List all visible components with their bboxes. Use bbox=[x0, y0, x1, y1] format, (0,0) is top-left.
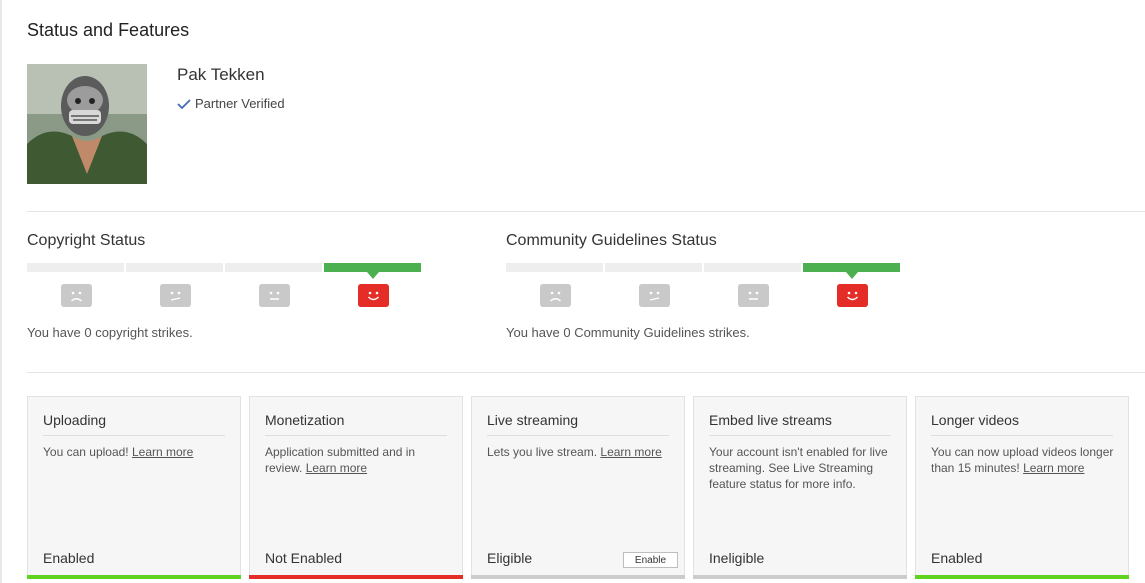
status-bar bbox=[693, 575, 907, 579]
partner-verified: Partner Verified bbox=[177, 96, 285, 111]
learn-more-link[interactable]: Learn more bbox=[306, 461, 367, 475]
card-divider bbox=[931, 435, 1113, 436]
feature-description: You can now upload videos longer than 15… bbox=[931, 445, 1114, 475]
feature-title: Longer videos bbox=[931, 412, 1019, 428]
strike-segment bbox=[704, 263, 801, 272]
community-strike-bar bbox=[506, 263, 900, 279]
feature-status: Not Enabled bbox=[265, 550, 343, 566]
learn-more-link[interactable]: Learn more bbox=[600, 445, 661, 459]
learn-more-link[interactable]: Learn more bbox=[132, 445, 193, 459]
community-strike-count: You have 0 Community Guidelines strikes. bbox=[506, 325, 750, 340]
feature-card-live-streaming: Live streaming Lets you live stream. Lea… bbox=[471, 396, 685, 579]
community-face-icons bbox=[506, 284, 902, 307]
meh-face-icon bbox=[639, 284, 670, 307]
strike-segment-active bbox=[803, 263, 900, 279]
strike-segment-active bbox=[324, 263, 421, 279]
page-title: Status and Features bbox=[27, 20, 190, 40]
feature-card-embed-live-streams: Embed live streams Your account isn't en… bbox=[693, 396, 907, 579]
copyright-strike-bar bbox=[27, 263, 421, 279]
channel-avatar[interactable] bbox=[27, 64, 147, 184]
smile-face-icon bbox=[837, 284, 868, 307]
frown-face-icon bbox=[540, 284, 571, 307]
meh-face-icon bbox=[160, 284, 191, 307]
feature-status: Ineligible bbox=[709, 550, 765, 566]
status-bar bbox=[27, 575, 241, 579]
feature-description: Lets you live stream. Learn more bbox=[487, 445, 662, 459]
strike-segment bbox=[126, 263, 223, 272]
feature-title: Embed live streams bbox=[709, 412, 832, 428]
strike-segment bbox=[605, 263, 702, 272]
feature-description: You can upload! Learn more bbox=[43, 445, 194, 459]
copyright-status: Copyright Status You have 0 copyright st… bbox=[27, 232, 427, 340]
channel-name[interactable]: Pak Tekken bbox=[177, 65, 265, 85]
copyright-strike-count: You have 0 copyright strikes. bbox=[27, 325, 193, 340]
checkmark-icon bbox=[177, 98, 191, 109]
community-status-title: Community Guidelines Status bbox=[506, 232, 717, 249]
feature-description: Application submitted and in review. Lea… bbox=[265, 445, 416, 475]
card-divider bbox=[709, 435, 891, 436]
feature-title: Monetization bbox=[265, 412, 345, 428]
strike-segment bbox=[225, 263, 322, 272]
strike-segment bbox=[506, 263, 603, 272]
feature-description: Your account isn't enabled for live stre… bbox=[709, 445, 888, 491]
strike-segment bbox=[27, 263, 124, 272]
card-divider bbox=[43, 435, 225, 436]
feature-status: Eligible bbox=[487, 550, 533, 566]
feature-status: Enabled bbox=[43, 550, 95, 566]
card-divider bbox=[265, 435, 447, 436]
smile-face-icon bbox=[358, 284, 389, 307]
feature-card-monetization: Monetization Application submitted and i… bbox=[249, 396, 463, 579]
status-bar bbox=[471, 575, 685, 579]
feature-status: Enabled bbox=[931, 550, 983, 566]
copyright-face-icons bbox=[27, 284, 423, 307]
learn-more-link[interactable]: Learn more bbox=[1023, 461, 1084, 475]
feature-card-uploading: Uploading You can upload! Learn more Ena… bbox=[27, 396, 241, 579]
feature-title: Live streaming bbox=[487, 412, 579, 428]
avatar-image bbox=[27, 64, 147, 184]
section-divider bbox=[27, 372, 1145, 373]
feature-card-longer-videos: Longer videos You can now upload videos … bbox=[915, 396, 1129, 579]
verified-label: Partner Verified bbox=[195, 96, 285, 111]
feature-title: Uploading bbox=[43, 412, 107, 428]
enable-button[interactable]: Enable bbox=[623, 552, 678, 568]
community-guidelines-status: Community Guidelines Status You have 0 C… bbox=[506, 232, 906, 340]
card-divider bbox=[487, 435, 669, 436]
neutral-face-icon bbox=[259, 284, 290, 307]
left-border bbox=[0, 0, 2, 583]
status-bar bbox=[249, 575, 463, 579]
copyright-status-title: Copyright Status bbox=[27, 232, 146, 249]
neutral-face-icon bbox=[738, 284, 769, 307]
frown-face-icon bbox=[61, 284, 92, 307]
section-divider bbox=[27, 211, 1145, 212]
status-bar bbox=[915, 575, 1129, 579]
